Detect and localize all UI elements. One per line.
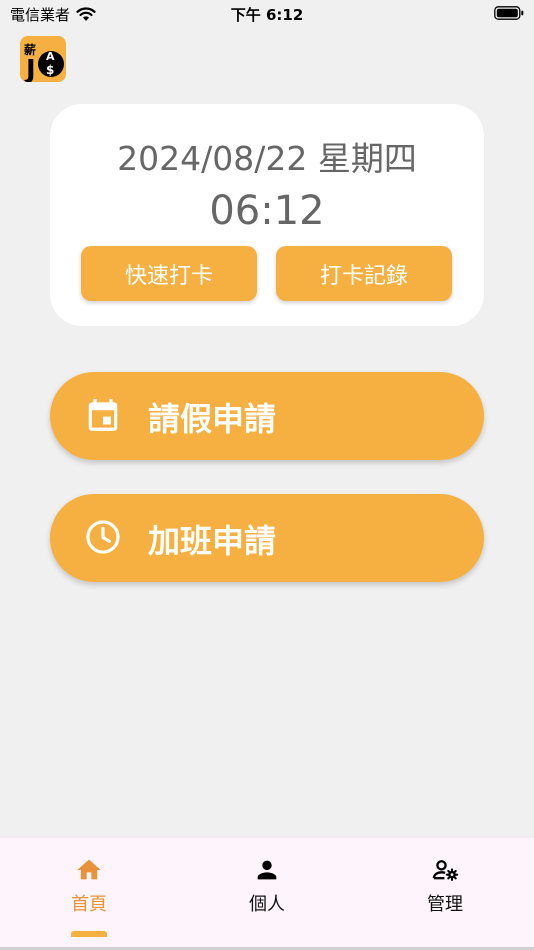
current-date: 2024/08/22 星期四 (117, 139, 417, 178)
tab-personal-label: 個人 (249, 894, 285, 915)
clock-card: 2024/08/22 星期四 06:12 快速打卡 打卡記錄 (50, 104, 484, 326)
tab-home[interactable]: 首頁 (0, 856, 178, 916)
tab-manage-label: 管理 (427, 894, 463, 915)
app-logo-graphic: 薪 J A $ (20, 36, 66, 82)
tab-home-label: 首頁 (71, 894, 107, 915)
home-icon (77, 859, 101, 880)
active-tab-indicator (71, 931, 107, 937)
punch-records-button[interactable]: 打卡記錄 (276, 246, 452, 301)
app-logo: 薪 J A $ (20, 36, 66, 82)
bottom-tab-bar: 首頁 個人 管理 (0, 838, 534, 950)
svg-text:J: J (24, 55, 36, 82)
status-time: 下午 6:12 (230, 6, 304, 24)
svg-text:$: $ (46, 63, 54, 77)
battery-icon (494, 6, 524, 24)
tab-personal[interactable]: 個人 (178, 856, 356, 916)
leave-request-button[interactable]: 請假申請 (50, 372, 484, 460)
overtime-request-label: 加班申請 (148, 522, 277, 560)
quick-punch-button[interactable]: 快速打卡 (81, 246, 257, 301)
overtime-request-button[interactable]: 加班申請 (50, 494, 484, 582)
calendar-icon (88, 399, 118, 431)
tab-manage[interactable]: 管理 (356, 856, 534, 916)
clock-icon (86, 520, 120, 554)
status-bar: 電信業者 下午 6:12 (0, 0, 534, 28)
leave-request-label: 請假申請 (148, 400, 277, 438)
person-icon (257, 860, 277, 880)
current-time: 06:12 (209, 188, 325, 234)
svg-text:A: A (46, 50, 55, 63)
user-gear-icon (432, 860, 459, 881)
